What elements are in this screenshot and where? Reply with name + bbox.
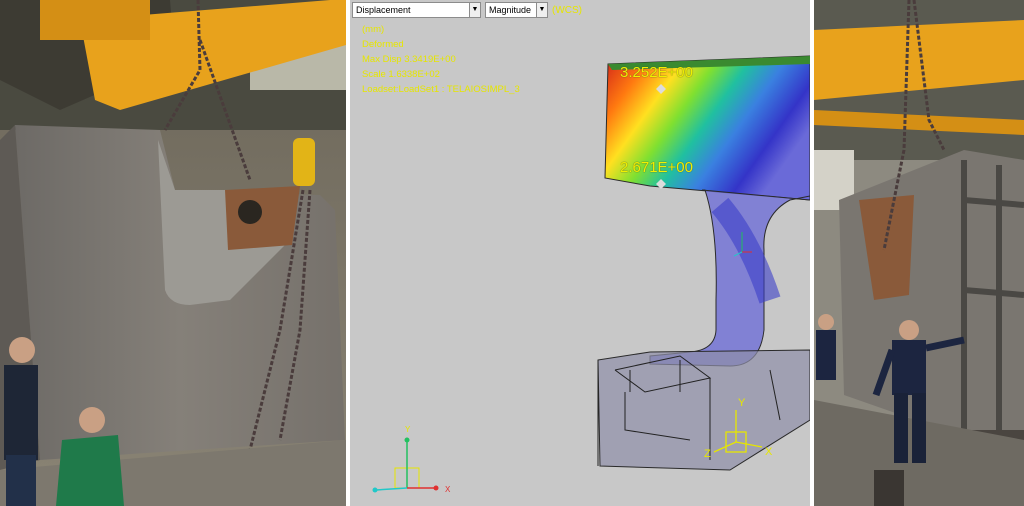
result-type-dropdown[interactable]: Displacement ▼ (352, 2, 481, 18)
result-toolbar: Displacement ▼ Magnitude ▼ (WCS) (352, 2, 582, 18)
workshop-photo-left (0, 0, 346, 506)
max-disp-label: Max Disp 3.3419E+00 (362, 54, 456, 65)
hoist-hook (293, 138, 315, 186)
chevron-down-icon: ▼ (536, 3, 547, 17)
coordinate-system-label: (WCS) (552, 4, 582, 16)
units-label: (mm) (362, 24, 385, 35)
component-dropdown[interactable]: Magnitude ▼ (485, 2, 548, 18)
photo-right-illustration (814, 0, 1024, 506)
local-z-label: Z (704, 448, 711, 460)
photo-left-illustration (0, 0, 346, 506)
result-info-block: (mm) Deformed Max Disp 3.3419E+00 Scale … (362, 22, 520, 97)
chevron-down-icon: ▼ (469, 3, 480, 17)
rust-block (225, 186, 300, 250)
scale-label: Scale 1.6338E+02 (362, 69, 440, 80)
worker-background (816, 314, 836, 380)
local-y-label: Y (738, 397, 746, 409)
result-type-value: Displacement (356, 5, 411, 15)
second-value-annotation: 2.671E+00 (620, 159, 693, 176)
local-x-label: X (765, 446, 773, 458)
global-y-label: Y (405, 425, 411, 434)
loadset-label: Loadset:LoadSet1 : TELAIOSIMPL_3 (362, 84, 520, 95)
global-x-label: X (445, 485, 451, 494)
fea-result-viewport[interactable]: Y X Z Y X Displacement ▼ Magnitude ▼ (WC… (350, 0, 810, 506)
component-value: Magnitude (489, 5, 532, 15)
workshop-photo-right (814, 0, 1024, 506)
max-value-annotation: 3.252E+00 (620, 64, 693, 81)
global-csys-triad (372, 437, 439, 493)
display-mode-label: Deformed (362, 39, 404, 50)
